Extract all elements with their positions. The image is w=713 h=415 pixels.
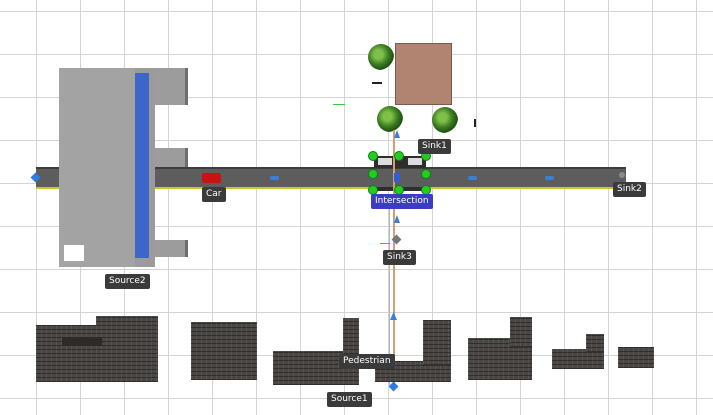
- building-wing: [155, 148, 188, 167]
- green-stub: [333, 104, 345, 105]
- direction-arrow-icon: [270, 176, 279, 180]
- building-window: [64, 245, 84, 261]
- building-blue-stripe: [135, 73, 149, 258]
- source1-label[interactable]: Source1: [327, 392, 372, 407]
- sink1-label[interactable]: Sink1: [418, 139, 451, 154]
- tree-icon: [368, 44, 394, 70]
- building-wing: [155, 68, 188, 105]
- roof: [96, 316, 158, 382]
- brown-building[interactable]: [395, 43, 452, 105]
- selection-handle[interactable]: [394, 151, 404, 161]
- roof: [36, 325, 96, 382]
- tree-icon: [377, 106, 403, 132]
- small-marker: [474, 119, 476, 127]
- roof: [343, 318, 359, 358]
- road-end-marker: [619, 172, 625, 178]
- sink3-label[interactable]: Sink3: [383, 250, 416, 265]
- tree-icon: [432, 107, 458, 133]
- source1-diamond[interactable]: [388, 381, 399, 392]
- intersection-label[interactable]: Intersection: [371, 194, 433, 209]
- scene-canvas[interactable]: Sink1 Car Intersection Sink2 Sink3 Sourc…: [0, 0, 713, 415]
- roof: [191, 322, 257, 380]
- roof: [510, 317, 532, 347]
- selection-handle[interactable]: [368, 169, 378, 179]
- source2-label[interactable]: Source2: [105, 274, 150, 289]
- small-marker: [372, 82, 382, 84]
- path-arrow-icon: [390, 312, 397, 320]
- selection-handle[interactable]: [421, 169, 431, 179]
- selection-handle[interactable]: [368, 151, 378, 161]
- intersection-center-icon[interactable]: [394, 173, 400, 182]
- roof: [618, 347, 654, 368]
- roof-ridge: [62, 337, 102, 346]
- sink2-label[interactable]: Sink2: [613, 182, 646, 197]
- direction-arrow-icon: [545, 176, 554, 180]
- car[interactable]: [202, 173, 221, 183]
- pedestrian-label[interactable]: Pedestrian: [339, 354, 395, 369]
- crosswalk-stripe: [378, 158, 392, 165]
- green-stub: [380, 243, 390, 244]
- direction-arrow-icon: [468, 176, 477, 180]
- roof: [423, 320, 451, 365]
- car-label[interactable]: Car: [202, 187, 226, 202]
- building-wing: [155, 240, 188, 257]
- roof: [586, 334, 604, 352]
- roof: [552, 349, 604, 369]
- crosswalk-stripe: [408, 158, 422, 165]
